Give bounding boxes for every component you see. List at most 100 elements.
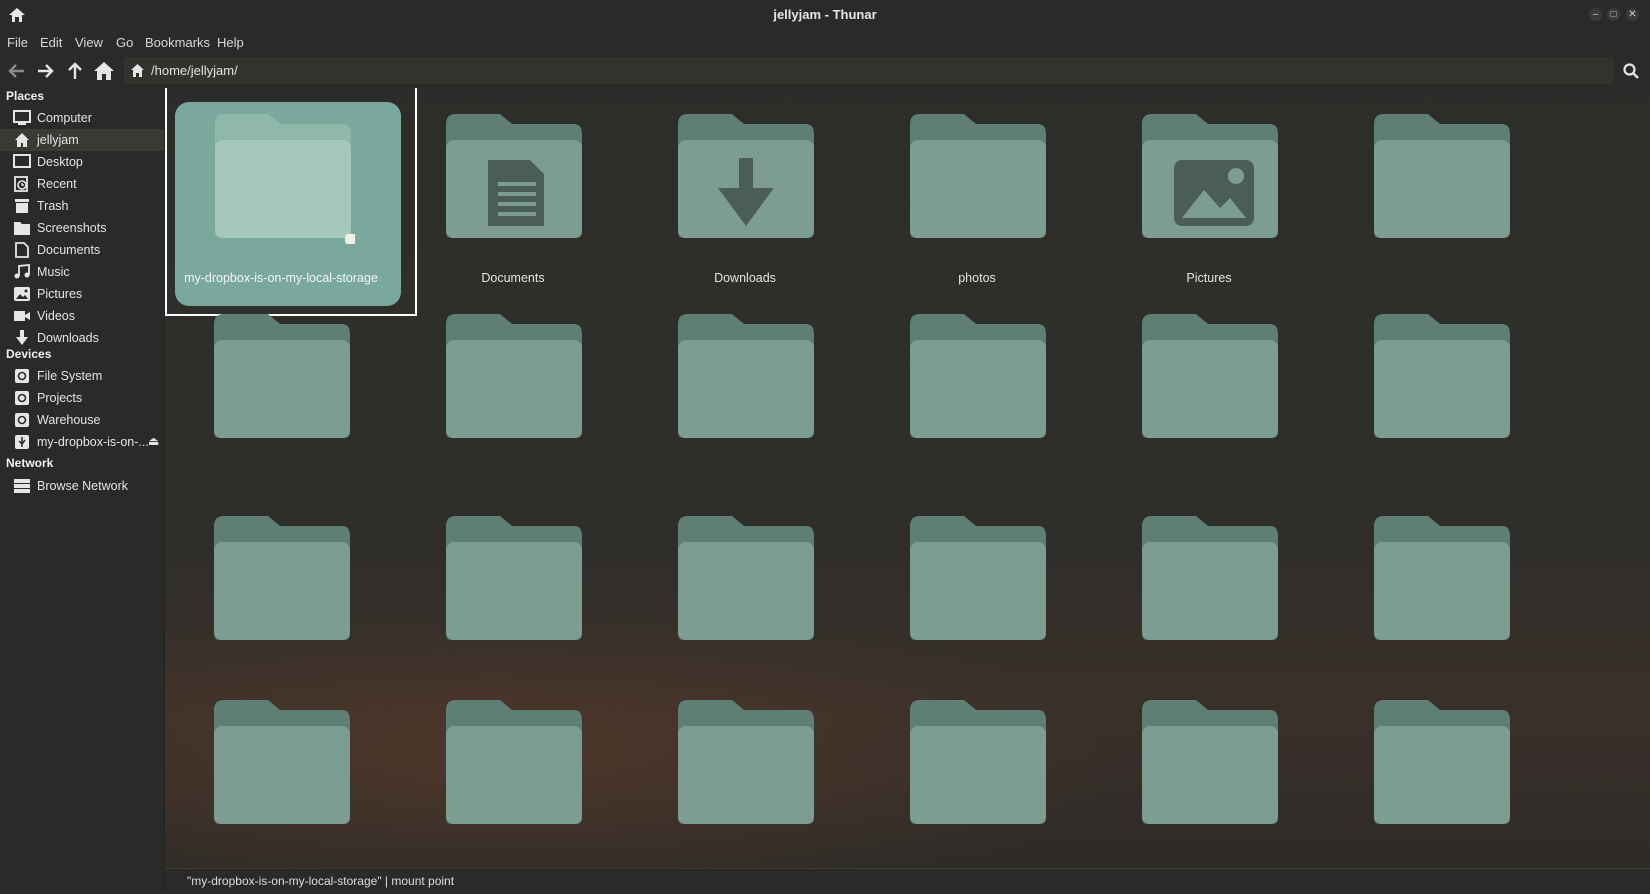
close-button[interactable]: ✕ bbox=[1626, 8, 1639, 21]
home-icon[interactable] bbox=[93, 60, 115, 82]
eject-icon[interactable]: ⏏ bbox=[148, 434, 159, 448]
sidebar-item-warehouse[interactable]: Warehouse bbox=[0, 409, 164, 431]
file-item-folder[interactable] bbox=[1093, 288, 1325, 488]
file-item-pictures[interactable]: Pictures bbox=[1093, 88, 1325, 288]
file-item-folder[interactable] bbox=[1325, 674, 1557, 868]
folder-icon bbox=[14, 222, 30, 235]
search-icon[interactable] bbox=[1622, 62, 1640, 80]
folder-icon bbox=[214, 314, 350, 438]
sidebar-item-label: Screenshots bbox=[37, 221, 107, 235]
folder-icon bbox=[678, 114, 814, 238]
status-bar: "my-dropbox-is-on-my-local-storage" | mo… bbox=[165, 868, 1650, 894]
file-item-folder[interactable] bbox=[1093, 674, 1325, 868]
location-home-icon bbox=[131, 64, 144, 77]
file-item-folder[interactable] bbox=[397, 288, 629, 488]
sidebar-item-label: Warehouse bbox=[37, 413, 101, 427]
download-icon bbox=[16, 330, 28, 345]
file-item-folder[interactable] bbox=[165, 490, 397, 690]
sidebar-item-downloads[interactable]: Downloads bbox=[0, 327, 164, 349]
menu-bar: File Edit View Go Bookmarks Help bbox=[0, 30, 1650, 54]
sidebar-item-browse-network[interactable]: Browse Network bbox=[0, 475, 164, 497]
sidebar-item-computer[interactable]: Computer bbox=[0, 107, 164, 129]
file-item-folder[interactable] bbox=[165, 288, 397, 488]
folder-icon bbox=[910, 114, 1046, 238]
file-item-folder[interactable] bbox=[861, 288, 1093, 488]
toolbar: /home/jellyjam/ bbox=[0, 54, 1650, 88]
trash-icon bbox=[15, 199, 29, 213]
folder-icon bbox=[446, 314, 582, 438]
forward-arrow-icon[interactable] bbox=[34, 60, 56, 82]
file-item-downloads[interactable]: Downloads bbox=[629, 88, 861, 288]
file-item-folder[interactable] bbox=[165, 674, 397, 868]
sidebar-item-screenshots[interactable]: Screenshots bbox=[0, 217, 164, 239]
status-text: "my-dropbox-is-on-my-local-storage" | mo… bbox=[187, 874, 455, 888]
menu-file[interactable]: File bbox=[7, 35, 28, 50]
folder-icon bbox=[1374, 314, 1510, 438]
window-title: jellyjam - Thunar bbox=[773, 7, 877, 22]
sidebar-item-projects[interactable]: Projects bbox=[0, 387, 164, 409]
back-arrow-icon[interactable] bbox=[6, 60, 28, 82]
file-name: Pictures bbox=[1186, 271, 1232, 285]
videos-icon bbox=[14, 311, 30, 321]
menu-help[interactable]: Help bbox=[217, 35, 244, 50]
menu-bookmarks[interactable]: Bookmarks bbox=[145, 35, 210, 50]
sidebar-item-file-system[interactable]: File System bbox=[0, 365, 164, 387]
desktop-icon bbox=[13, 154, 31, 168]
sidebar-item-jellyjam[interactable]: jellyjam bbox=[0, 129, 164, 151]
network-icon bbox=[14, 479, 30, 493]
menu-view[interactable]: View bbox=[75, 35, 103, 50]
drive-icon bbox=[15, 369, 29, 383]
file-item-folder[interactable] bbox=[861, 674, 1093, 868]
file-item-photos[interactable]: photos bbox=[861, 88, 1093, 288]
sidebar-item-dropbox-device[interactable]: my-dropbox-is-on-... ⏏ bbox=[0, 431, 164, 453]
folder-icon bbox=[446, 700, 582, 824]
sidebar-item-label: Desktop bbox=[37, 155, 83, 169]
folder-icon bbox=[214, 516, 350, 640]
file-name: Documents bbox=[481, 271, 545, 285]
sidebar-item-label: Music bbox=[37, 265, 70, 279]
menu-go[interactable]: Go bbox=[116, 35, 133, 50]
usb-icon bbox=[15, 435, 29, 449]
sidebar-item-label: Downloads bbox=[37, 331, 99, 345]
recent-icon bbox=[14, 176, 28, 192]
up-arrow-icon[interactable] bbox=[64, 60, 86, 82]
menu-edit[interactable]: Edit bbox=[40, 35, 62, 50]
folder-icon bbox=[1374, 516, 1510, 640]
file-item-folder[interactable] bbox=[397, 674, 629, 868]
home-icon bbox=[15, 133, 29, 147]
maximize-button[interactable]: □ bbox=[1607, 8, 1620, 21]
file-item-folder[interactable] bbox=[1325, 88, 1557, 288]
sidebar-item-label: Projects bbox=[37, 391, 83, 405]
file-item-folder[interactable] bbox=[1093, 490, 1325, 690]
minimize-button[interactable]: – bbox=[1589, 8, 1602, 21]
file-name: Downloads bbox=[714, 271, 776, 285]
folder-icon bbox=[1374, 700, 1510, 824]
sidebar-item-videos[interactable]: Videos bbox=[0, 305, 164, 327]
sidebar-item-documents[interactable]: Documents bbox=[0, 239, 164, 261]
folder-icon bbox=[910, 516, 1046, 640]
file-item-folder[interactable] bbox=[629, 674, 861, 868]
sidebar-item-desktop[interactable]: Desktop bbox=[0, 151, 164, 173]
sidebar-item-pictures[interactable]: Pictures bbox=[0, 283, 164, 305]
sidebar-item-recent[interactable]: Recent bbox=[0, 173, 164, 195]
file-item-folder[interactable] bbox=[861, 490, 1093, 690]
folder-icon bbox=[678, 314, 814, 438]
music-icon bbox=[14, 264, 30, 279]
file-item-folder[interactable] bbox=[397, 490, 629, 690]
file-item-documents[interactable]: Documents bbox=[397, 88, 629, 288]
location-bar[interactable]: /home/jellyjam/ bbox=[124, 57, 1614, 84]
file-item-dropbox[interactable]: my-dropbox-is-on-my-local-storage bbox=[165, 88, 417, 316]
sidebar-item-trash[interactable]: Trash bbox=[0, 195, 164, 217]
sidebar-item-label: jellyjam bbox=[37, 133, 79, 147]
drive-icon bbox=[15, 413, 29, 427]
file-item-folder[interactable] bbox=[1325, 288, 1557, 488]
title-bar: jellyjam - Thunar – □ ✕ bbox=[0, 0, 1650, 30]
sidebar-item-label: Trash bbox=[37, 199, 69, 213]
document-icon bbox=[15, 242, 29, 258]
file-item-folder[interactable] bbox=[629, 288, 861, 488]
drive-icon bbox=[15, 391, 29, 405]
file-item-folder[interactable] bbox=[629, 490, 861, 690]
file-item-folder[interactable] bbox=[1325, 490, 1557, 690]
sidebar-item-label: Recent bbox=[37, 177, 77, 191]
sidebar-item-music[interactable]: Music bbox=[0, 261, 164, 283]
